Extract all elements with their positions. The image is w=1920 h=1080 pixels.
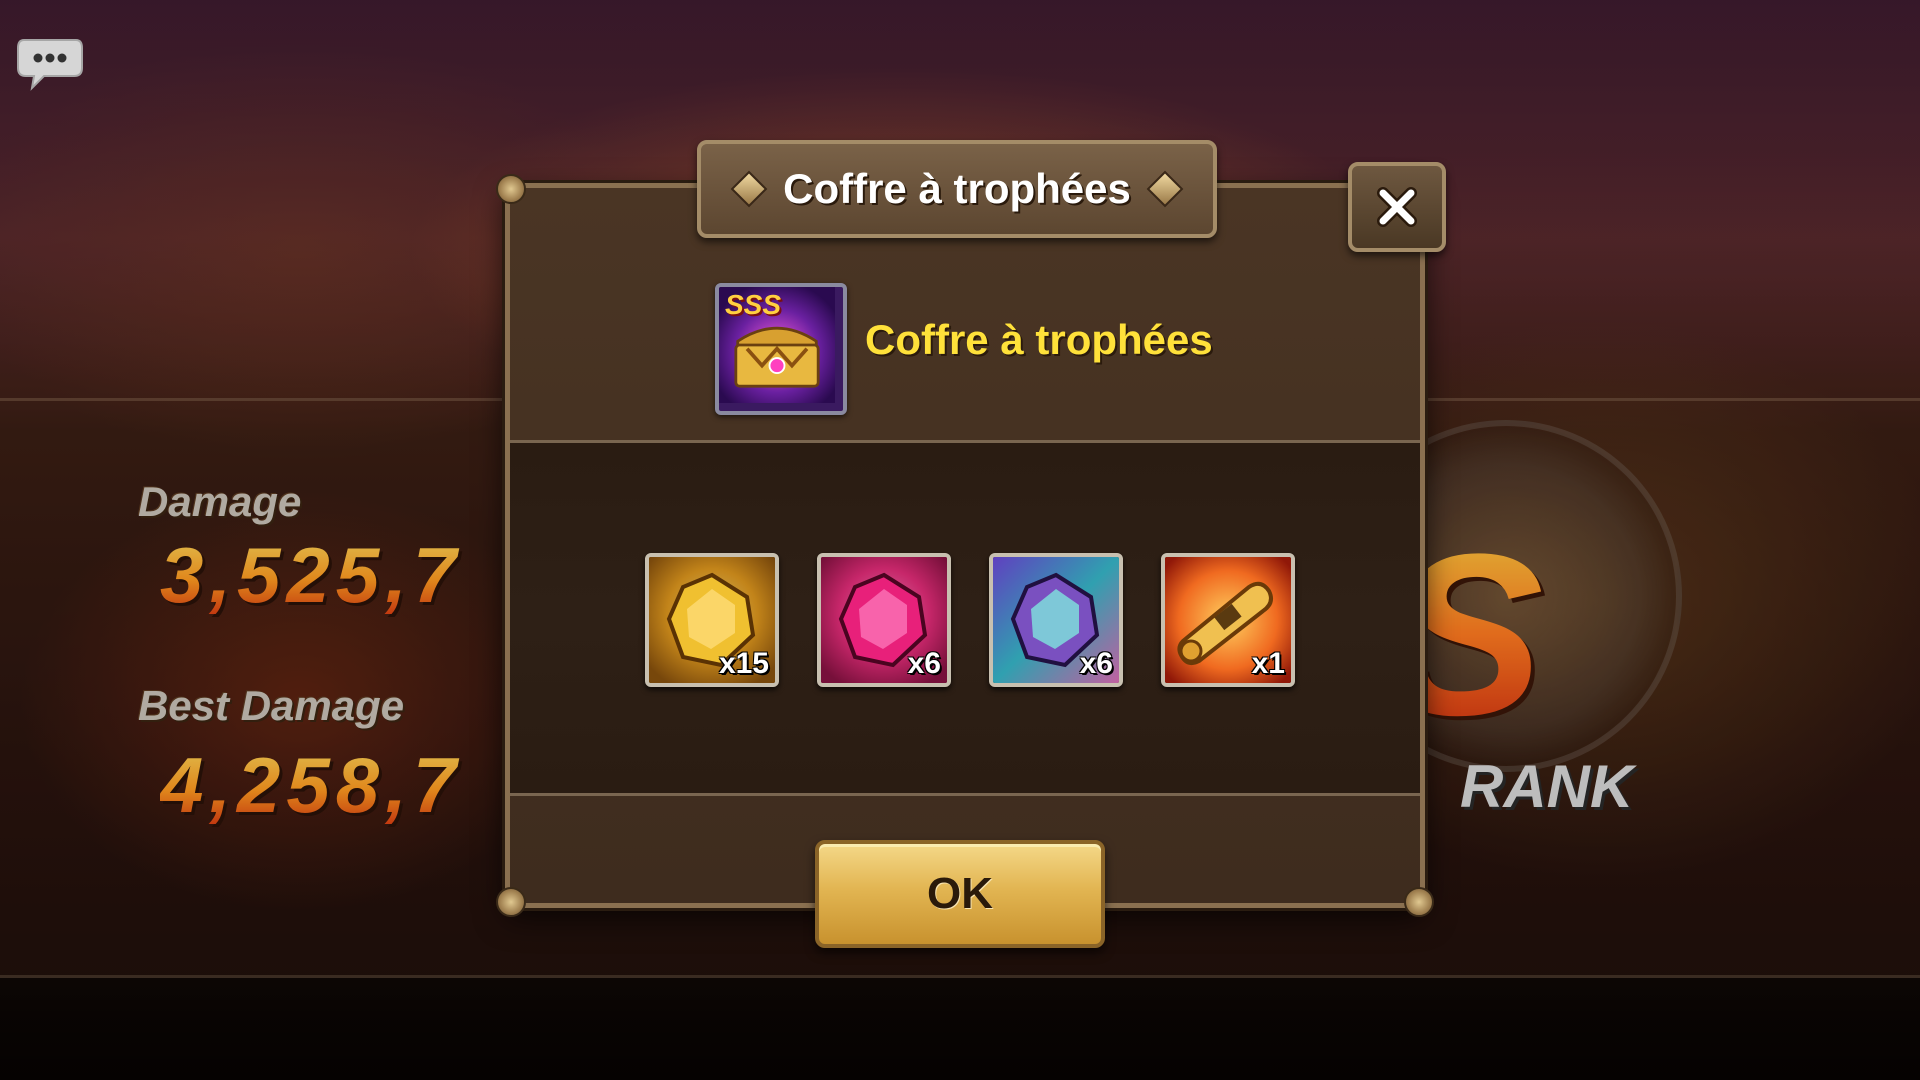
dialog-title: Coffre à trophées bbox=[783, 165, 1131, 212]
reward-item[interactable]: x6 bbox=[817, 553, 951, 687]
chest-icon-text: SSS bbox=[725, 289, 782, 320]
reward-item[interactable]: x15 bbox=[645, 553, 779, 687]
ok-button[interactable]: OK bbox=[815, 840, 1105, 948]
reward-quantity: x15 bbox=[718, 647, 769, 680]
reward-quantity: x6 bbox=[907, 647, 941, 680]
dialog-title-plate: Coffre à trophées bbox=[697, 140, 1217, 238]
corner-ornament-top-left bbox=[496, 174, 526, 204]
close-button[interactable] bbox=[1348, 162, 1446, 252]
reward-quantity: x6 bbox=[1079, 647, 1113, 680]
reward-quantity: x1 bbox=[1251, 647, 1285, 680]
reward-panel: x15 x6 x6 x1 bbox=[510, 440, 1420, 796]
chest-name: Coffre à trophées bbox=[865, 316, 1213, 363]
corner-ornament-bottom-left bbox=[496, 887, 526, 917]
reward-item[interactable]: x6 bbox=[989, 553, 1123, 687]
diamond-ornament-left bbox=[730, 170, 768, 208]
diamond-ornament-right bbox=[1146, 170, 1184, 208]
close-icon bbox=[1377, 187, 1417, 227]
reward-list: x15 x6 x6 x1 bbox=[645, 553, 1295, 687]
corner-ornament-bottom-right bbox=[1404, 887, 1434, 917]
reward-dialog: SSS Coffre à trophées x15 x6 x6 x1 bbox=[496, 174, 1434, 917]
trophy-chest-icon: SSS bbox=[715, 283, 847, 415]
reward-item[interactable]: x1 bbox=[1161, 553, 1295, 687]
ok-button-label: OK bbox=[927, 869, 993, 918]
